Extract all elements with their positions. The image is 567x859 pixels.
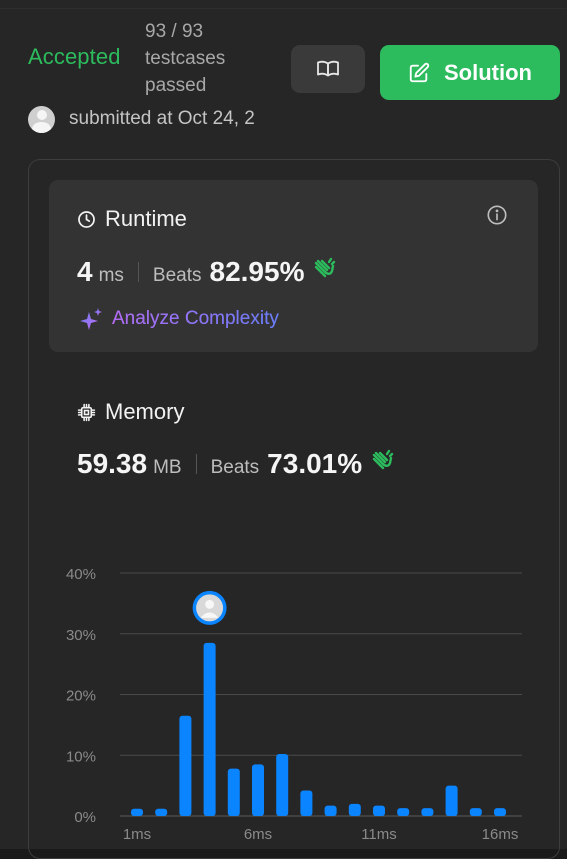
user-position-marker[interactable] xyxy=(192,590,227,625)
analyze-label: Analyze Complexity xyxy=(112,308,279,329)
y-tick-label: 0% xyxy=(74,809,96,826)
metric-separator xyxy=(137,262,139,282)
chart-bar[interactable] xyxy=(203,642,216,816)
status-accepted: Accepted xyxy=(28,44,121,69)
y-tick-label: 30% xyxy=(66,627,96,644)
chart-bar[interactable] xyxy=(421,808,434,816)
chart-bar[interactable] xyxy=(276,754,289,816)
x-tick-label: 11ms xyxy=(361,826,397,843)
memory-metric: 59.38 MB Beats 73.01% xyxy=(77,448,394,480)
chip-icon xyxy=(77,403,96,421)
x-tick-label: 1ms xyxy=(123,826,151,843)
chart-bar[interactable] xyxy=(131,808,143,816)
clock-icon xyxy=(78,210,95,228)
x-tick-label: 6ms xyxy=(244,826,272,843)
edit-icon xyxy=(409,62,430,82)
avatar[interactable] xyxy=(28,105,55,133)
submission-header: Accepted 93 / 93 testcases passed Soluti… xyxy=(28,16,567,106)
chart-bar[interactable] xyxy=(300,790,313,816)
testcases-count: 93 / 93 xyxy=(145,21,204,42)
solution-button[interactable]: Solution xyxy=(380,45,560,100)
runtime-label: Runtime xyxy=(105,206,187,231)
y-tick-label: 10% xyxy=(66,748,96,765)
metric-separator xyxy=(195,454,197,474)
clap-icon xyxy=(310,257,336,288)
chart-bar[interactable] xyxy=(324,805,337,816)
y-tick-label: 40% xyxy=(66,566,96,583)
runtime-beats-label: Beats xyxy=(152,265,202,286)
memory-unit: MB xyxy=(153,457,182,478)
memory-title[interactable]: Memory xyxy=(77,399,184,425)
runtime-unit: ms xyxy=(98,265,124,286)
chart-bar[interactable] xyxy=(179,715,192,816)
submitted-info: submitted at Oct 24, 2 xyxy=(28,104,266,134)
testcases-passed: passed xyxy=(145,75,207,96)
chart-bar[interactable] xyxy=(445,785,458,816)
chart-bar[interactable] xyxy=(397,808,410,816)
chart-bar[interactable] xyxy=(469,808,482,816)
chart-bar[interactable] xyxy=(348,803,361,816)
chart-bar[interactable] xyxy=(373,805,385,816)
chart-bar[interactable] xyxy=(252,764,264,816)
editorial-button[interactable] xyxy=(291,45,365,93)
runtime-beats-value: 82.95% xyxy=(209,256,305,287)
analyze-complexity-link[interactable]: Analyze Complexity xyxy=(78,306,279,332)
book-open-icon xyxy=(317,60,339,77)
testcases-summary: 93 / 93 testcases passed xyxy=(145,18,255,99)
chart-bar[interactable] xyxy=(227,768,240,816)
x-tick-label: 16ms xyxy=(482,826,519,843)
submitted-time: submitted at Oct 24, 2 xyxy=(69,108,255,129)
memory-beats-label: Beats xyxy=(210,457,260,478)
runtime-title: Runtime xyxy=(77,206,187,232)
runtime-value: 4 xyxy=(77,256,93,287)
chart-bar[interactable] xyxy=(155,808,168,816)
memory-label: Memory xyxy=(105,399,185,424)
info-icon[interactable] xyxy=(486,204,508,231)
clap-icon xyxy=(368,449,394,480)
runtime-metric: 4 ms Beats 82.95% xyxy=(77,256,336,288)
sparkle-icon xyxy=(80,308,102,330)
y-tick-label: 20% xyxy=(66,688,96,705)
top-divider xyxy=(0,8,567,9)
testcases-word: testcases xyxy=(145,48,226,69)
solution-label: Solution xyxy=(444,59,532,85)
memory-beats-value: 73.01% xyxy=(267,448,363,479)
chart-bar[interactable] xyxy=(494,808,506,816)
memory-value: 59.38 xyxy=(77,448,148,479)
